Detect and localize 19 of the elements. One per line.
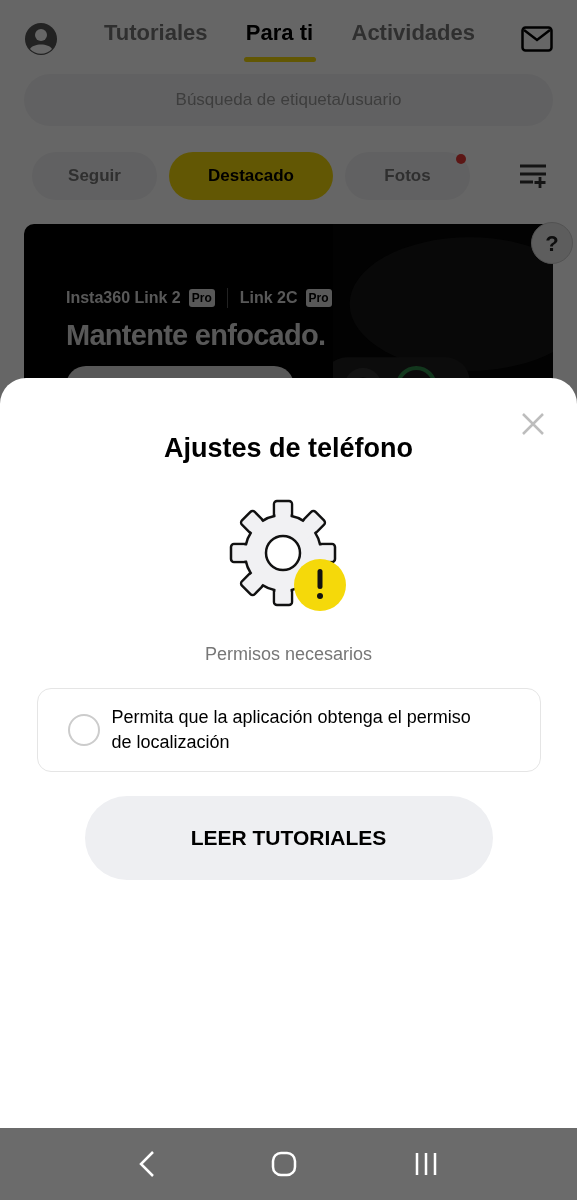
- back-icon[interactable]: [137, 1150, 156, 1178]
- banner-headline: Mantente enfocado.: [66, 318, 327, 353]
- add-list-icon[interactable]: [519, 163, 547, 189]
- tab[interactable]: Para ti: [243, 16, 316, 62]
- close-button[interactable]: [521, 412, 545, 436]
- permission-checkbox[interactable]: [67, 713, 100, 746]
- dialog-subtitle: Permisos necesarios: [204, 642, 373, 666]
- home-icon[interactable]: [271, 1151, 298, 1177]
- dialog-title: Ajustes de teléfono: [163, 432, 413, 465]
- permission-text: Permita que la aplicación obtenga el permiso de localización: [111, 705, 472, 754]
- pro-tag: Pro: [305, 289, 332, 307]
- filter-chip[interactable]: Destacado: [169, 152, 333, 200]
- help-button[interactable]: ?: [531, 222, 573, 264]
- product-name: Insta360 Link 2: [66, 288, 181, 308]
- product-name: Link 2C: [239, 288, 298, 308]
- profile-avatar-icon[interactable]: [24, 22, 58, 56]
- mail-icon[interactable]: [521, 26, 553, 52]
- read-tutorials-button[interactable]: LEER TUTORIALES: [84, 795, 493, 880]
- pro-tag: Pro: [188, 289, 215, 307]
